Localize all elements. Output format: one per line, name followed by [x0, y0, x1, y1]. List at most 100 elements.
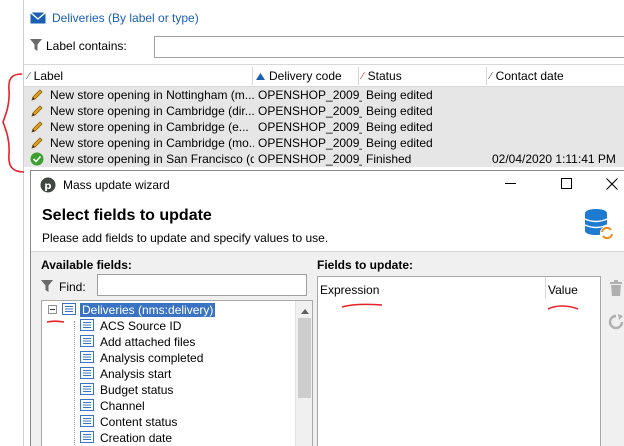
tree-item-analysis-completed[interactable]: Analysis completed: [80, 350, 205, 366]
tree-scrollbar[interactable]: [295, 301, 312, 446]
column-contact-date[interactable]: ∕ Contact date: [490, 69, 564, 83]
tree-item-acs-source-id[interactable]: ACS Source ID: [80, 318, 183, 334]
column-label[interactable]: ∕ Label: [28, 69, 63, 83]
mass-update-wizard: p Mass update wizard Select fields to up…: [30, 170, 624, 446]
column-separator: [545, 277, 546, 299]
row-label: New store opening in San Francisco (di: [50, 152, 254, 166]
annotation-underline: [341, 303, 383, 308]
refresh-button[interactable]: [607, 313, 624, 333]
minimize-icon: [504, 178, 516, 192]
pencil-icon: [30, 104, 44, 118]
find-input[interactable]: [97, 274, 307, 296]
row-label: New store opening in Cambridge (dir...: [50, 104, 254, 118]
column-expression[interactable]: Expression: [320, 283, 379, 297]
filter-label: Label contains:: [46, 39, 127, 53]
close-button[interactable]: [589, 171, 624, 199]
tree-item-add-attached-files[interactable]: Add attached files: [80, 334, 197, 350]
row-code: OPENSHOP_2009_5...: [258, 88, 362, 102]
tree-item-budget-status[interactable]: Budget status: [80, 382, 175, 398]
delete-button[interactable]: [607, 279, 624, 299]
deliveries-grid: ∕ Label Delivery code ∕ Status ∕ Contact…: [24, 64, 624, 168]
row-code: OPENSHOP_2009_5...: [258, 104, 362, 118]
fields-to-update-label: Fields to update:: [317, 258, 413, 272]
row-code: OPENSHOP_2009_5...: [258, 136, 362, 150]
list-icon: [80, 414, 94, 430]
row-label: New store opening in Nottingham (m...: [50, 88, 254, 102]
annotation-underline: [547, 305, 579, 310]
available-fields-label: Available fields:: [41, 258, 132, 272]
label-filter-input[interactable]: [154, 36, 624, 58]
collapse-toggle[interactable]: [48, 305, 57, 314]
pencil-icon: [30, 136, 44, 150]
table-row[interactable]: New store opening in Cambridge (e... OPE…: [24, 119, 624, 135]
maximize-icon: [560, 178, 572, 192]
label-filter-row: Label contains:: [24, 33, 624, 59]
wizard-heading: Select fields to update: [42, 207, 212, 224]
check-circle-icon: [30, 152, 44, 166]
svg-text:p: p: [44, 181, 51, 192]
list-icon: [80, 350, 94, 366]
list-icon: [80, 430, 94, 446]
row-date: 02/04/2020 1:11:41 PM: [492, 152, 616, 166]
left-navigation-strip: [0, 0, 24, 446]
pencil-icon: [30, 88, 44, 102]
grid-body: New store opening in Nottingham (m... OP…: [24, 87, 624, 167]
minimize-button[interactable]: [487, 171, 533, 199]
pencil-icon: [30, 120, 44, 134]
refresh-icon: [608, 313, 624, 333]
trash-icon: [609, 279, 623, 299]
chevron-up-icon: [300, 303, 309, 317]
table-row[interactable]: New store opening in Cambridge (mo... OP…: [24, 135, 624, 151]
row-label: New store opening in Cambridge (e...: [50, 120, 249, 134]
sort-slash-icon: ∕: [490, 70, 492, 82]
sort-slash-icon: ∕: [28, 70, 30, 82]
tree-root-deliveries[interactable]: Deliveries (nms:delivery): [62, 302, 216, 318]
column-status[interactable]: ∕ Status: [362, 69, 402, 83]
tree-item-analysis-start[interactable]: Analysis start: [80, 366, 173, 382]
wizard-subheading: Please add fields to update and specify …: [42, 231, 329, 245]
annotation-underline: [46, 320, 65, 323]
list-icon: [80, 382, 94, 398]
available-fields-tree: Deliveries (nms:delivery) ACS Source ID …: [41, 300, 313, 446]
wizard-header: Select fields to update Please add field…: [31, 199, 624, 245]
list-icon: [62, 302, 76, 318]
list-icon: [80, 366, 94, 382]
wizard-body: Available fields: Find: Deliveries (nms:…: [31, 251, 624, 446]
find-label: Find:: [59, 280, 86, 294]
row-status: Finished: [366, 152, 412, 166]
row-code: OPENSHOP_2009_6...: [258, 152, 362, 166]
scroll-thumb[interactable]: [298, 318, 311, 398]
column-delivery-code[interactable]: Delivery code: [256, 69, 342, 83]
list-icon: [80, 334, 94, 350]
wizard-titlebar[interactable]: p Mass update wizard: [31, 171, 624, 199]
scroll-up-button[interactable]: [296, 301, 312, 318]
tree-item-creation-date[interactable]: Creation date: [80, 430, 174, 446]
row-label: New store opening in Cambridge (mo...: [50, 136, 254, 150]
column-value[interactable]: Value: [548, 283, 578, 297]
table-row[interactable]: New store opening in Cambridge (dir... O…: [24, 103, 624, 119]
table-row[interactable]: New store opening in San Francisco (di O…: [24, 151, 624, 167]
column-separator: [358, 67, 359, 85]
sort-ascending-icon: [256, 69, 265, 83]
filter-icon: [30, 38, 42, 54]
wizard-title: Mass update wizard: [63, 178, 170, 192]
database-refresh-icon: [582, 207, 616, 244]
close-icon: [606, 177, 618, 193]
maximize-button[interactable]: [543, 171, 589, 199]
table-row[interactable]: New store opening in Nottingham (m... OP…: [24, 87, 624, 103]
tree-guide-line: [74, 321, 75, 446]
grid-header: ∕ Label Delivery code ∕ Status ∕ Contact…: [24, 65, 624, 87]
row-status: Being edited: [366, 120, 433, 134]
column-separator: [252, 67, 253, 85]
tree-item-channel[interactable]: Channel: [80, 398, 147, 414]
list-icon: [80, 398, 94, 414]
view-title-text: Deliveries (By label or type): [52, 11, 199, 25]
row-status: Being edited: [366, 136, 433, 150]
view-title[interactable]: Deliveries (By label or type): [30, 8, 199, 28]
tree-item-content-status[interactable]: Content status: [80, 414, 179, 430]
fields-to-update-grid[interactable]: Expression Value: [317, 276, 601, 446]
row-status: Being edited: [366, 88, 433, 102]
app-logo-icon: p: [40, 177, 56, 196]
row-status: Being edited: [366, 104, 433, 118]
filter-icon: [41, 279, 53, 295]
